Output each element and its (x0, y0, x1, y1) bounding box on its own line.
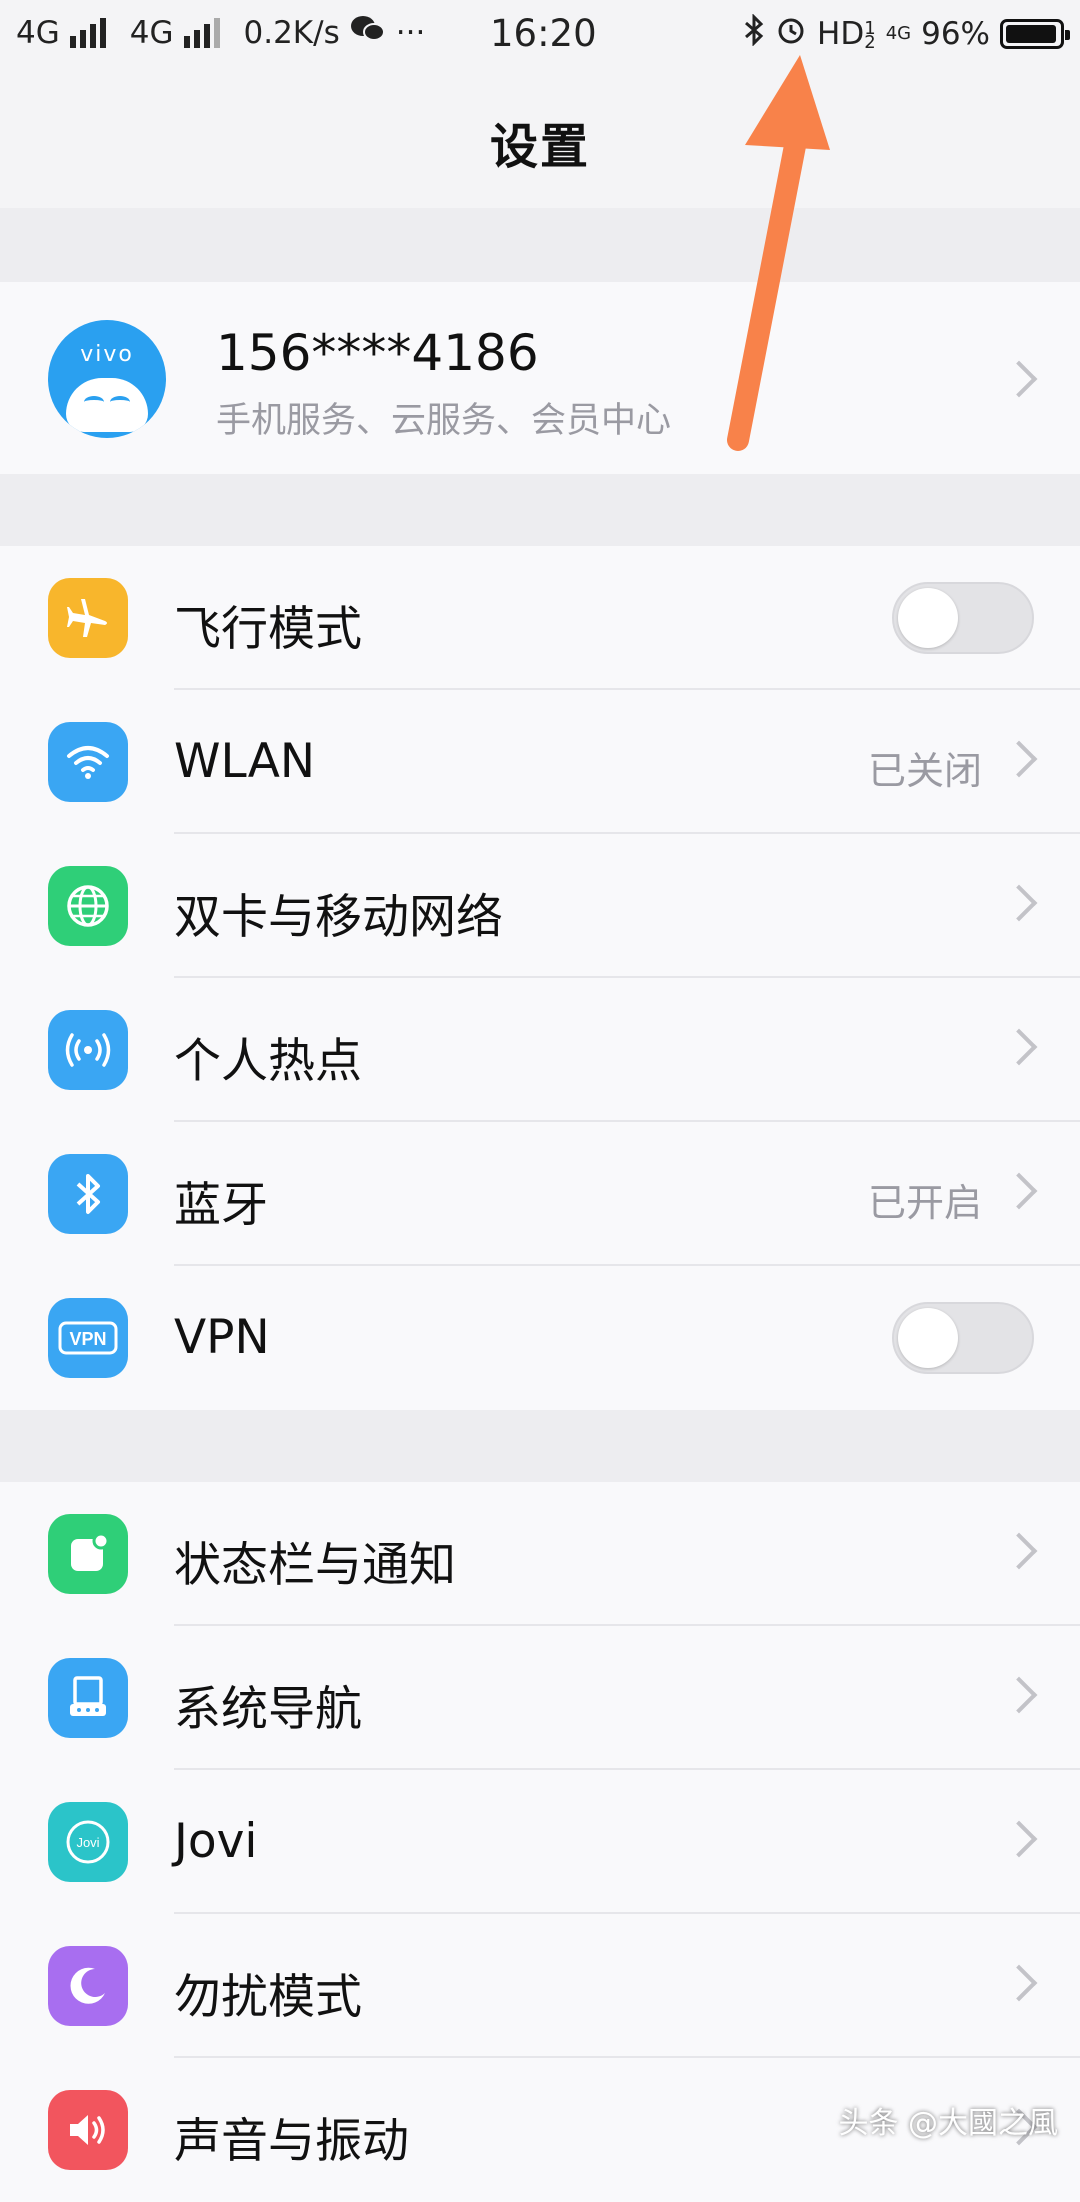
connectivity-row-5[interactable]: VPN VPN (0, 1266, 1080, 1410)
battery-icon (1000, 19, 1070, 49)
settings-item-label: WLAN (174, 734, 316, 789)
settings-item-label: 状态栏与通知 (174, 1538, 456, 1593)
toggle-switch[interactable] (892, 1302, 1034, 1374)
airplane-icon (48, 578, 128, 658)
settings-item-status: 已开启 (867, 1181, 982, 1225)
settings-item-label: Jovi (174, 1814, 258, 1869)
account-phone-number: 156****4186 (216, 324, 539, 382)
chevron-right-icon (1000, 1820, 1038, 1858)
connectivity-row-1[interactable]: WLAN 已关闭 (0, 690, 1080, 834)
clock: 16:20 (490, 12, 597, 55)
system-row-2[interactable]: Jovi Jovi (0, 1770, 1080, 1914)
section-gap (0, 1410, 1080, 1482)
vpn-icon: VPN (48, 1298, 128, 1378)
network-type-1: 4G (16, 15, 60, 51)
page-header: 设置 (0, 76, 1080, 208)
chevron-right-icon (1000, 360, 1038, 398)
section-gap (0, 208, 1080, 282)
moon-icon (48, 1946, 128, 2026)
page-title: 设置 (489, 119, 590, 175)
bluetooth-icon (48, 1154, 128, 1234)
chevron-right-icon (1000, 1028, 1038, 1066)
network-speed: 0.2K/s (243, 15, 340, 51)
chevron-right-icon (1000, 1532, 1038, 1570)
more-notifications-icon: ··· (395, 15, 426, 51)
settings-item-label: VPN (174, 1310, 270, 1365)
settings-item-label: 声音与振动 (174, 2114, 409, 2169)
battery-percent: 96% (921, 16, 990, 52)
speaker-icon (48, 2090, 128, 2170)
network-type-2: 4G (129, 15, 174, 51)
chevron-right-icon (1000, 1676, 1038, 1714)
hd-voice-indicator: HD 1 2 (817, 16, 876, 53)
chevron-right-icon (1000, 1964, 1038, 2002)
watermark: 头条 @大國之風 (838, 2106, 1058, 2141)
system-settings-list: 状态栏与通知 系统导航 Jovi Jovi 勿扰模式声音与振动 (0, 1482, 1080, 2202)
bluetooth-status-icon (743, 13, 765, 54)
toggle-knob (898, 1308, 958, 1368)
avatar: vivo (48, 320, 166, 438)
status-bar: 4G 4G 0.2K/s ··· 16:20 HD 1 2 4G 96% (0, 0, 1080, 76)
account-card[interactable]: vivo 156****4186 手机服务、云服务、会员中心 (0, 282, 1080, 474)
account-subtitle: 手机服务、云服务、会员中心 (216, 401, 672, 441)
avatar-brand: vivo (80, 342, 134, 367)
settings-item-label: 双卡与移动网络 (174, 890, 503, 945)
notification-icon (48, 1514, 128, 1594)
wifi-icon (48, 722, 128, 802)
svg-text:VPN: VPN (69, 1329, 106, 1349)
settings-item-label: 飞行模式 (174, 602, 362, 657)
settings-item-status: 已关闭 (867, 749, 982, 793)
chevron-right-icon (1000, 740, 1038, 778)
settings-item-label: 个人热点 (174, 1034, 362, 1089)
system-row-1[interactable]: 系统导航 (0, 1626, 1080, 1770)
chevron-right-icon (1000, 884, 1038, 922)
settings-item-label: 系统导航 (174, 1682, 362, 1737)
hotspot-icon (48, 1010, 128, 1090)
signal-strength-icon (183, 18, 220, 48)
wechat-icon (350, 14, 386, 52)
jovi-icon: Jovi (48, 1802, 128, 1882)
globe-icon (48, 866, 128, 946)
connectivity-settings-list: 飞行模式 WLAN 已关闭双卡与移动网络 个人热点蓝牙 已开启 VPN VPN (0, 546, 1080, 1410)
navigation-icon (48, 1658, 128, 1738)
settings-item-label: 蓝牙 (174, 1178, 268, 1233)
settings-item-label: 勿扰模式 (174, 1970, 362, 2025)
connectivity-row-0[interactable]: 飞行模式 (0, 546, 1080, 690)
system-row-3[interactable]: 勿扰模式 (0, 1914, 1080, 2058)
toggle-switch[interactable] (892, 582, 1034, 654)
section-gap (0, 474, 1080, 546)
svg-text:Jovi: Jovi (76, 1835, 99, 1850)
connectivity-row-2[interactable]: 双卡与移动网络 (0, 834, 1080, 978)
network-type-3: 4G (885, 23, 912, 44)
connectivity-row-3[interactable]: 个人热点 (0, 978, 1080, 1122)
chevron-right-icon (1000, 1172, 1038, 1210)
system-row-0[interactable]: 状态栏与通知 (0, 1482, 1080, 1626)
toggle-knob (898, 588, 958, 648)
signal-strength-icon (69, 18, 106, 48)
alarm-icon (775, 14, 807, 54)
connectivity-row-4[interactable]: 蓝牙 已开启 (0, 1122, 1080, 1266)
